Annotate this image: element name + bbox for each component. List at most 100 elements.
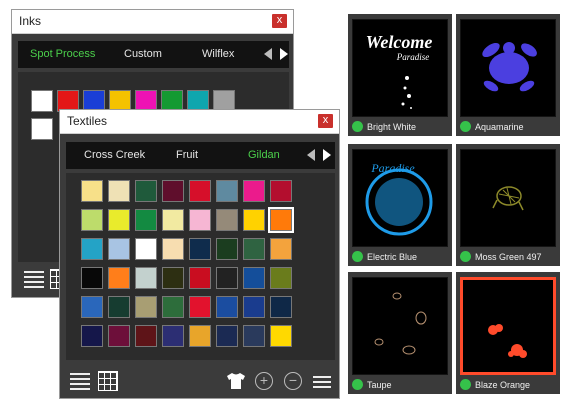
textile-swatch[interactable]: [81, 209, 103, 231]
design-card[interactable]: Blaze Orange: [456, 272, 560, 394]
status-dot-icon: [352, 251, 363, 262]
design-card[interactable]: Welcome Paradise Bright White: [348, 14, 452, 136]
textile-swatch[interactable]: [135, 238, 157, 260]
design-preview: [460, 19, 556, 117]
textile-swatch[interactable]: [189, 325, 211, 347]
textile-swatch[interactable]: [108, 296, 130, 318]
textile-swatch[interactable]: [216, 238, 238, 260]
design-preview: Welcome Paradise: [352, 19, 448, 117]
textile-swatch[interactable]: [189, 267, 211, 289]
textile-swatch[interactable]: [243, 180, 265, 202]
design-label: Aquamarine: [475, 122, 524, 132]
textile-swatch[interactable]: [162, 267, 184, 289]
textile-swatch[interactable]: [108, 209, 130, 231]
textile-swatch[interactable]: [270, 296, 292, 318]
tab-gildan[interactable]: Gildan: [248, 149, 280, 161]
shirt-icon[interactable]: [226, 372, 246, 390]
design-card[interactable]: Aquamarine: [456, 14, 560, 136]
design-preview: [460, 277, 556, 375]
textile-swatch[interactable]: [108, 180, 130, 202]
textiles-close-button[interactable]: x: [318, 114, 333, 128]
textile-swatch[interactable]: [270, 180, 292, 202]
grid-view-icon[interactable]: [98, 371, 118, 391]
textile-swatch[interactable]: [81, 180, 103, 202]
textile-swatch[interactable]: [270, 325, 292, 347]
textiles-title: Textiles: [67, 114, 108, 128]
textile-swatch[interactable]: [216, 296, 238, 318]
status-dot-icon: [460, 121, 471, 132]
design-card[interactable]: Taupe: [348, 272, 452, 394]
scroll-left-icon[interactable]: [264, 48, 272, 60]
textile-swatch[interactable]: [216, 267, 238, 289]
textiles-swatch-area: [66, 173, 335, 360]
tab-custom[interactable]: Custom: [124, 48, 162, 60]
textile-swatch[interactable]: [135, 325, 157, 347]
textile-swatch[interactable]: [270, 238, 292, 260]
textile-swatch[interactable]: [81, 325, 103, 347]
textiles-window: Textiles x Cross Creek Fruit Gildan + −: [59, 109, 340, 399]
textile-swatch[interactable]: [189, 296, 211, 318]
textile-swatch[interactable]: [135, 296, 157, 318]
textile-swatch[interactable]: [268, 207, 294, 233]
design-label: Moss Green 497: [475, 252, 542, 262]
ink-swatch[interactable]: [31, 90, 53, 112]
design-preview: [352, 277, 448, 375]
textiles-titlebar[interactable]: Textiles x: [60, 110, 339, 134]
textile-swatch[interactable]: [81, 296, 103, 318]
svg-text:Welcome: Welcome: [366, 32, 433, 52]
textile-swatch[interactable]: [189, 180, 211, 202]
textile-swatch[interactable]: [162, 180, 184, 202]
design-card[interactable]: Moss Green 497: [456, 144, 560, 266]
scroll-left-icon[interactable]: [307, 149, 315, 161]
menu-icon[interactable]: [313, 373, 331, 391]
design-label: Taupe: [367, 380, 392, 390]
add-icon[interactable]: +: [255, 372, 273, 390]
textile-swatch[interactable]: [162, 325, 184, 347]
textile-swatch[interactable]: [243, 325, 265, 347]
textile-swatch[interactable]: [270, 267, 292, 289]
status-dot-icon: [460, 379, 471, 390]
svg-text:Paradise: Paradise: [396, 52, 430, 62]
textiles-tabbar: Cross Creek Fruit Gildan: [66, 142, 335, 169]
design-preview: Paradise: [352, 149, 448, 247]
tab-wilflex[interactable]: Wilflex: [202, 48, 234, 60]
textile-swatch[interactable]: [216, 180, 238, 202]
design-card[interactable]: Paradise Electric Blue: [348, 144, 452, 266]
textile-swatch[interactable]: [135, 209, 157, 231]
textile-swatch[interactable]: [189, 209, 211, 231]
tab-fruit[interactable]: Fruit: [176, 149, 198, 161]
textile-swatch[interactable]: [189, 238, 211, 260]
list-view-icon[interactable]: [24, 269, 44, 289]
textile-swatch[interactable]: [81, 238, 103, 260]
textile-swatch[interactable]: [162, 209, 184, 231]
textile-swatch[interactable]: [108, 238, 130, 260]
tab-spot-process[interactable]: Spot Process: [30, 48, 95, 60]
status-dot-icon: [352, 379, 363, 390]
tab-cross-creek[interactable]: Cross Creek: [84, 149, 145, 161]
textile-swatch[interactable]: [243, 296, 265, 318]
textile-swatch[interactable]: [162, 296, 184, 318]
inks-close-button[interactable]: x: [272, 14, 287, 28]
scroll-right-icon[interactable]: [280, 48, 288, 60]
textile-swatch[interactable]: [162, 238, 184, 260]
scroll-right-icon[interactable]: [323, 149, 331, 161]
inks-titlebar[interactable]: Inks x: [12, 10, 293, 34]
textile-swatch[interactable]: [243, 209, 265, 231]
inks-tabbar: Spot Process Custom Wilflex: [18, 41, 289, 68]
textile-swatch[interactable]: [108, 325, 130, 347]
textile-swatch[interactable]: [243, 267, 265, 289]
textile-swatch[interactable]: [135, 267, 157, 289]
inks-title: Inks: [19, 14, 42, 28]
svg-text:Paradise: Paradise: [370, 161, 415, 175]
textile-swatch[interactable]: [216, 209, 238, 231]
list-view-icon[interactable]: [70, 371, 90, 391]
design-label: Bright White: [367, 122, 417, 132]
textile-swatch[interactable]: [135, 180, 157, 202]
remove-icon[interactable]: −: [284, 372, 302, 390]
status-dot-icon: [352, 121, 363, 132]
textile-swatch[interactable]: [216, 325, 238, 347]
textile-swatch[interactable]: [108, 267, 130, 289]
ink-swatch[interactable]: [31, 118, 53, 140]
textile-swatch[interactable]: [243, 238, 265, 260]
textile-swatch[interactable]: [81, 267, 103, 289]
